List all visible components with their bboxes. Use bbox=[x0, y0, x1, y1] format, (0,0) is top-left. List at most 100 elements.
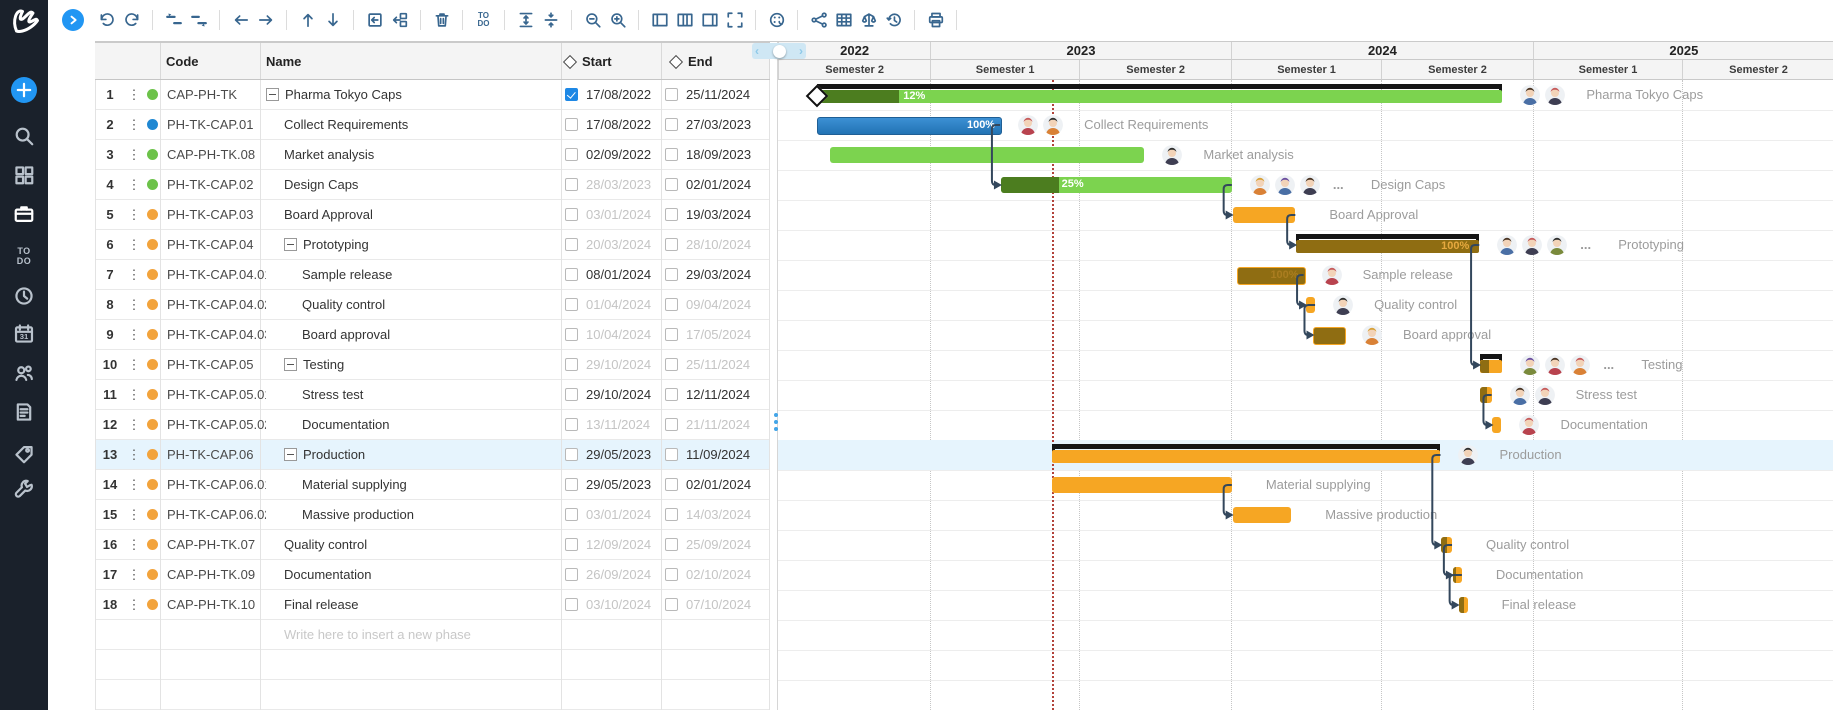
sidebar-item-clock[interactable] bbox=[0, 279, 48, 313]
redo-button[interactable] bbox=[119, 7, 144, 33]
shift-begin-button[interactable] bbox=[161, 7, 186, 33]
name-cell[interactable]: Final release bbox=[261, 590, 584, 619]
row-menu-icon[interactable]: ⋮ bbox=[125, 590, 143, 619]
sidebar-item-users[interactable] bbox=[0, 356, 48, 390]
gantt-bar[interactable] bbox=[1441, 537, 1452, 553]
row-menu-icon[interactable]: ⋮ bbox=[125, 500, 143, 529]
start-milestone-checkbox[interactable] bbox=[565, 208, 578, 221]
sidebar-item-plus[interactable] bbox=[0, 73, 48, 107]
layout-right-button[interactable] bbox=[697, 7, 722, 33]
sidebar-item-wrench[interactable] bbox=[0, 473, 48, 507]
end-milestone-checkbox[interactable] bbox=[665, 88, 678, 101]
end-milestone-checkbox[interactable] bbox=[665, 598, 678, 611]
indent-button[interactable] bbox=[362, 7, 387, 33]
end-date[interactable]: 27/03/2023 bbox=[686, 117, 751, 132]
move-down-button[interactable] bbox=[320, 7, 345, 33]
start-date[interactable]: 03/10/2024 bbox=[586, 597, 651, 612]
end-milestone-checkbox[interactable] bbox=[665, 178, 678, 191]
sidebar-item-calendar[interactable]: 31 bbox=[0, 317, 48, 351]
more-assignees[interactable]: ... bbox=[1333, 177, 1344, 192]
end-milestone-checkbox[interactable] bbox=[665, 268, 678, 281]
status-dot[interactable] bbox=[147, 419, 158, 430]
status-dot[interactable] bbox=[147, 299, 158, 310]
code-cell[interactable]: PH-TK-CAP.05.01 bbox=[161, 380, 266, 409]
move-up-button[interactable] bbox=[295, 7, 320, 33]
layout-split-button[interactable] bbox=[672, 7, 697, 33]
gantt-bar[interactable]: 100% bbox=[1296, 240, 1479, 253]
zoom-out-button[interactable] bbox=[580, 7, 605, 33]
app-logo[interactable] bbox=[0, 2, 48, 36]
outdent-button[interactable] bbox=[387, 7, 412, 33]
zoom-in-button[interactable] bbox=[605, 7, 630, 33]
plus-icon[interactable] bbox=[11, 77, 37, 103]
history-button[interactable] bbox=[881, 7, 906, 33]
start-date[interactable]: 20/03/2024 bbox=[586, 237, 651, 252]
name-cell[interactable]: Pharma Tokyo Caps bbox=[261, 80, 566, 109]
column-width-slider[interactable]: ‹ › bbox=[752, 43, 806, 59]
start-milestone-checkbox[interactable] bbox=[565, 388, 578, 401]
start-milestone-checkbox[interactable] bbox=[565, 268, 578, 281]
end-milestone-checkbox[interactable] bbox=[665, 328, 678, 341]
start-milestone-checkbox[interactable] bbox=[565, 598, 578, 611]
end-date[interactable]: 12/11/2024 bbox=[686, 387, 750, 402]
new-phase-input[interactable]: Write here to insert a new phase bbox=[261, 620, 584, 649]
gantt-bar[interactable] bbox=[1492, 417, 1501, 433]
start-milestone-checkbox[interactable] bbox=[565, 148, 578, 161]
start-date[interactable]: 28/03/2023 bbox=[586, 177, 651, 192]
row-menu-icon[interactable]: ⋮ bbox=[125, 230, 143, 259]
end-date[interactable]: 02/10/2024 bbox=[686, 567, 751, 582]
summary-bar[interactable] bbox=[1052, 444, 1440, 449]
start-date[interactable]: 03/01/2024 bbox=[586, 507, 651, 522]
name-cell[interactable]: Collect Requirements bbox=[261, 110, 584, 139]
panel-toggle-button[interactable] bbox=[62, 9, 84, 31]
name-cell[interactable]: Prototyping bbox=[261, 230, 584, 259]
name-cell[interactable]: Testing bbox=[261, 350, 584, 379]
end-date[interactable]: 19/03/2024 bbox=[686, 207, 751, 222]
end-date[interactable]: 25/09/2024 bbox=[686, 537, 751, 552]
end-milestone-checkbox[interactable] bbox=[665, 478, 678, 491]
code-cell[interactable]: CAP-PH-TK.09 bbox=[161, 560, 266, 589]
end-date[interactable]: 17/05/2024 bbox=[686, 327, 751, 342]
table-view-button[interactable] bbox=[831, 7, 856, 33]
end-milestone-checkbox[interactable] bbox=[665, 118, 678, 131]
start-date[interactable]: 03/01/2024 bbox=[586, 207, 651, 222]
status-dot[interactable] bbox=[147, 149, 158, 160]
row-menu-icon[interactable]: ⋮ bbox=[125, 380, 143, 409]
end-date[interactable]: 07/10/2024 bbox=[686, 597, 751, 612]
start-date[interactable]: 29/10/2024 bbox=[586, 357, 651, 372]
end-milestone-checkbox[interactable] bbox=[665, 508, 678, 521]
start-milestone-checkbox[interactable] bbox=[565, 568, 578, 581]
status-dot[interactable] bbox=[147, 89, 158, 100]
print-button[interactable] bbox=[923, 7, 948, 33]
sidebar-item-document[interactable] bbox=[0, 395, 48, 429]
collapse-box-icon[interactable] bbox=[266, 88, 279, 101]
start-milestone-checkbox[interactable] bbox=[565, 358, 578, 371]
row-menu-icon[interactable]: ⋮ bbox=[125, 320, 143, 349]
status-dot[interactable] bbox=[147, 569, 158, 580]
gantt-bar[interactable] bbox=[1453, 567, 1462, 583]
code-cell[interactable]: PH-TK-CAP.06 bbox=[161, 440, 266, 469]
code-cell[interactable]: PH-TK-CAP.06.01 bbox=[161, 470, 266, 499]
end-milestone-checkbox[interactable] bbox=[665, 448, 678, 461]
sidebar-item-tag[interactable] bbox=[0, 437, 48, 471]
end-milestone-checkbox[interactable] bbox=[665, 568, 678, 581]
end-date[interactable]: 14/03/2024 bbox=[686, 507, 751, 522]
name-cell[interactable]: Stress test bbox=[261, 380, 602, 409]
row-menu-icon[interactable]: ⋮ bbox=[125, 470, 143, 499]
layout-left-button[interactable] bbox=[647, 7, 672, 33]
end-milestone-checkbox[interactable] bbox=[665, 358, 678, 371]
more-assignees[interactable]: ... bbox=[1580, 237, 1591, 252]
gantt-bar[interactable] bbox=[1052, 450, 1440, 463]
end-milestone-checkbox[interactable] bbox=[665, 298, 678, 311]
move-right-button[interactable] bbox=[253, 7, 278, 33]
start-milestone-checkbox[interactable] bbox=[565, 118, 578, 131]
summary-bar[interactable] bbox=[1296, 234, 1479, 239]
end-date[interactable]: 09/04/2024 bbox=[686, 297, 751, 312]
start-date[interactable]: 26/09/2024 bbox=[586, 567, 651, 582]
row-menu-icon[interactable]: ⋮ bbox=[125, 350, 143, 379]
code-cell[interactable]: PH-TK-CAP.04.03 bbox=[161, 320, 266, 349]
gantt-bar[interactable]: 100% bbox=[817, 117, 1002, 135]
end-milestone-checkbox[interactable] bbox=[665, 538, 678, 551]
shift-end-button[interactable] bbox=[186, 7, 211, 33]
gantt-bar[interactable] bbox=[1052, 477, 1232, 493]
